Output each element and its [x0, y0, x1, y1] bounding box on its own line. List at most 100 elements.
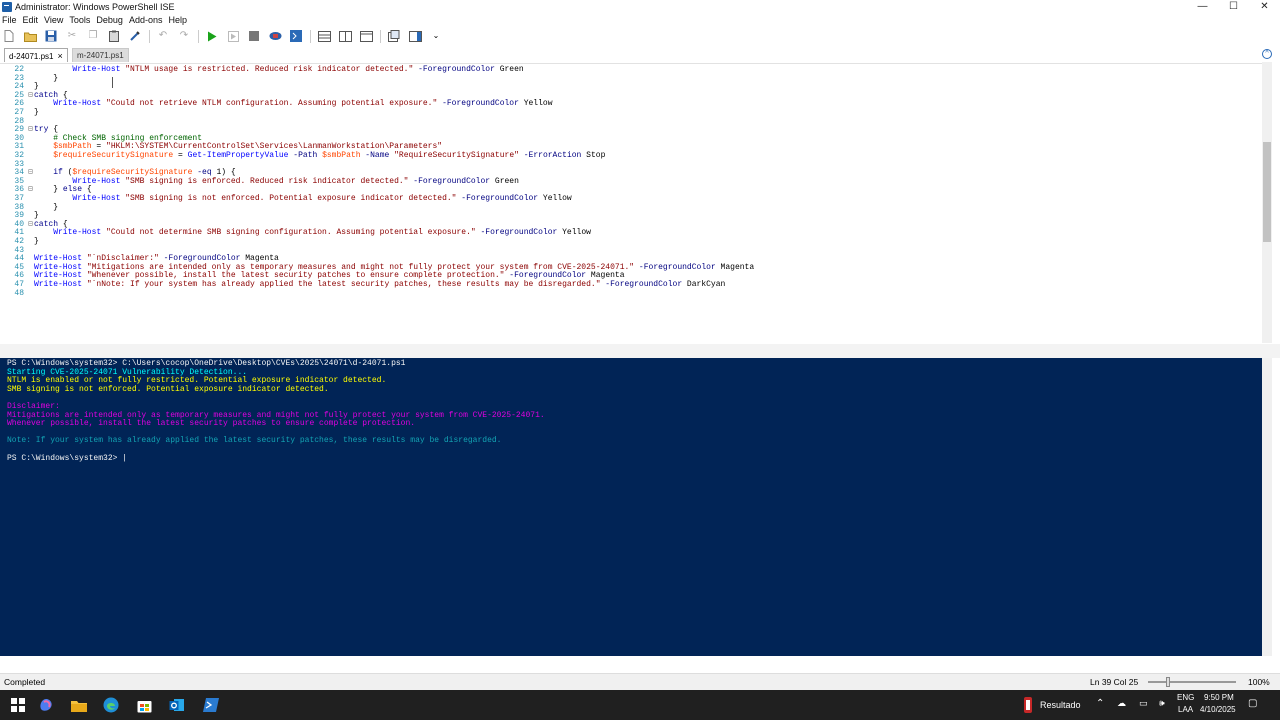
undo-icon[interactable]: ↶	[156, 29, 170, 43]
code-line[interactable]: 22 Write-Host "NTLM usage is restricted.…	[0, 65, 524, 75]
powershell-icon	[2, 1, 12, 12]
code-token: -ForegroundColor	[456, 194, 539, 203]
code-line[interactable]: 41 Write-Host "Could not determine SMB s…	[0, 229, 591, 238]
code-line[interactable]: 47 Write-Host "`nNote: If your system ha…	[0, 280, 725, 290]
close-button[interactable]: ✕	[1249, 0, 1280, 13]
volume-icon[interactable]: 🕪	[1159, 698, 1165, 709]
editor-scrollbar[interactable]	[1262, 62, 1272, 343]
code-token: Green	[494, 65, 524, 74]
menu-add-ons[interactable]: Add-ons	[127, 15, 167, 25]
menu-debug[interactable]: Debug	[94, 15, 127, 25]
toolbar-separator	[310, 29, 311, 43]
menu-help[interactable]: Help	[166, 15, 191, 25]
zoom-slider[interactable]	[1148, 681, 1236, 683]
code-token: -ForegroundColor	[600, 280, 683, 289]
code-token: Magenta	[715, 262, 755, 272]
code-token: Yellow	[518, 99, 553, 109]
code-token: Get-ItemPropertyValue	[187, 151, 289, 160]
run-script-icon[interactable]	[205, 29, 219, 43]
title-bar: Administrator: Windows PowerShell ISE — …	[0, 0, 1280, 13]
microsoft-store-icon[interactable]	[135, 696, 153, 714]
code-line[interactable]: 32 $requireSecuritySignature = Get-ItemP…	[0, 151, 606, 161]
save-icon[interactable]	[44, 29, 58, 43]
code-token: $smbPath	[317, 151, 361, 160]
console-pane[interactable]: PS C:\Windows\system32> C:\Users\cocop\O…	[0, 358, 1262, 656]
paste-icon[interactable]	[107, 29, 121, 43]
code-line[interactable]: 26 Write-Host "Could not retrieve NTLM c…	[0, 99, 553, 109]
script-editor[interactable]: 22 Write-Host "NTLM usage is restricted.…	[0, 63, 1262, 343]
code-token: -ErrorAction	[518, 151, 582, 160]
line-number: 48	[14, 288, 24, 298]
code-line[interactable]: 37 Write-Host "SMB signing is not enforc…	[0, 194, 571, 204]
code-token: "Could not retrieve NTLM configuration. …	[101, 99, 438, 109]
layout-top-icon[interactable]	[317, 29, 331, 43]
code-token: Write-Host	[53, 228, 102, 238]
fold-toggle-icon	[28, 290, 34, 299]
close-tab-icon[interactable]: ×	[57, 51, 62, 61]
zoom-level: 100%	[1248, 677, 1270, 687]
network-icon[interactable]: ▭	[1139, 698, 1148, 709]
code-line[interactable]: 48	[0, 288, 34, 299]
copy-icon[interactable]: ❐	[86, 29, 100, 43]
scrollbar-thumb[interactable]	[1263, 142, 1271, 242]
menu-edit[interactable]: Edit	[21, 15, 43, 25]
code-token: Write-Host	[72, 194, 121, 203]
chevron-up-icon[interactable]: ⌃	[1096, 698, 1104, 709]
toolbar-overflow-icon[interactable]: ⌄	[429, 29, 443, 43]
remote-powershell-icon[interactable]	[268, 29, 282, 43]
console-line: SMB signing is not enforced. Potential e…	[7, 384, 329, 394]
tray-app-icon[interactable]	[1019, 696, 1037, 714]
code-token: Write-Host	[53, 99, 102, 109]
pane-splitter[interactable]	[0, 344, 1280, 358]
language-indicator-bottom[interactable]: LAA	[1178, 705, 1193, 714]
collapse-pane-icon[interactable]: ^	[1262, 49, 1272, 59]
code-token: "Could not determine SMB signing configu…	[101, 228, 476, 238]
layout-max-icon[interactable]	[359, 29, 373, 43]
code-token: }	[34, 108, 39, 117]
code-token: Write-Host	[72, 65, 121, 74]
menu-view[interactable]: View	[42, 15, 67, 25]
clear-console-icon[interactable]	[128, 29, 142, 43]
code-token: Stop	[581, 151, 606, 160]
code-token: Yellow	[557, 228, 591, 238]
minimize-button[interactable]: —	[1187, 0, 1218, 13]
code-token: -ForegroundColor	[408, 176, 491, 186]
console-line: Whenever possible, install the latest se…	[7, 419, 416, 429]
toolbar-separator	[198, 29, 199, 43]
start-powershell-icon[interactable]	[289, 29, 303, 43]
code-token: -ForegroundColor	[413, 65, 495, 74]
windows-start-icon[interactable]	[11, 698, 25, 712]
maximize-button[interactable]: ☐	[1218, 0, 1249, 13]
powershell-ise-taskbar-icon[interactable]	[202, 696, 220, 714]
tab-m-24071[interactable]: m-24071.ps1	[72, 48, 129, 62]
clock-date[interactable]: 4/10/2025	[1200, 705, 1236, 714]
tab-label: m-24071.ps1	[77, 51, 124, 60]
notifications-icon[interactable]: ▢	[1248, 698, 1257, 709]
copilot-icon[interactable]	[37, 696, 55, 714]
cut-icon[interactable]: ✂	[65, 29, 79, 43]
show-addon-icon[interactable]	[408, 29, 422, 43]
redo-icon[interactable]: ↷	[177, 29, 191, 43]
onedrive-icon[interactable]: ☁	[1117, 698, 1126, 709]
run-selection-icon[interactable]	[226, 29, 240, 43]
console-scrollbar[interactable]	[1262, 358, 1272, 656]
toolbar-separator	[380, 29, 381, 43]
code-token: -ForegroundColor	[475, 228, 558, 238]
language-indicator-top[interactable]: ENG	[1177, 693, 1194, 702]
tray-app-label[interactable]: Resultado	[1040, 700, 1081, 710]
show-commands-icon[interactable]	[387, 29, 401, 43]
tab-d-24071[interactable]: d-24071.ps1 ×	[4, 48, 68, 62]
window-title: Administrator: Windows PowerShell ISE	[15, 1, 175, 12]
open-folder-icon[interactable]	[23, 29, 37, 43]
outlook-icon[interactable]	[168, 696, 186, 714]
stop-icon[interactable]	[247, 29, 261, 43]
clock-time[interactable]: 9:50 PM	[1204, 693, 1234, 702]
status-bar: Completed Ln 39 Col 25 100%	[0, 673, 1280, 690]
menu-file[interactable]: File	[0, 15, 21, 25]
file-explorer-icon[interactable]	[70, 696, 88, 714]
menu-tools[interactable]: Tools	[67, 15, 94, 25]
zoom-slider-thumb[interactable]	[1166, 677, 1170, 687]
layout-right-icon[interactable]	[338, 29, 352, 43]
edge-browser-icon[interactable]	[102, 696, 120, 714]
new-file-icon[interactable]	[2, 29, 16, 43]
